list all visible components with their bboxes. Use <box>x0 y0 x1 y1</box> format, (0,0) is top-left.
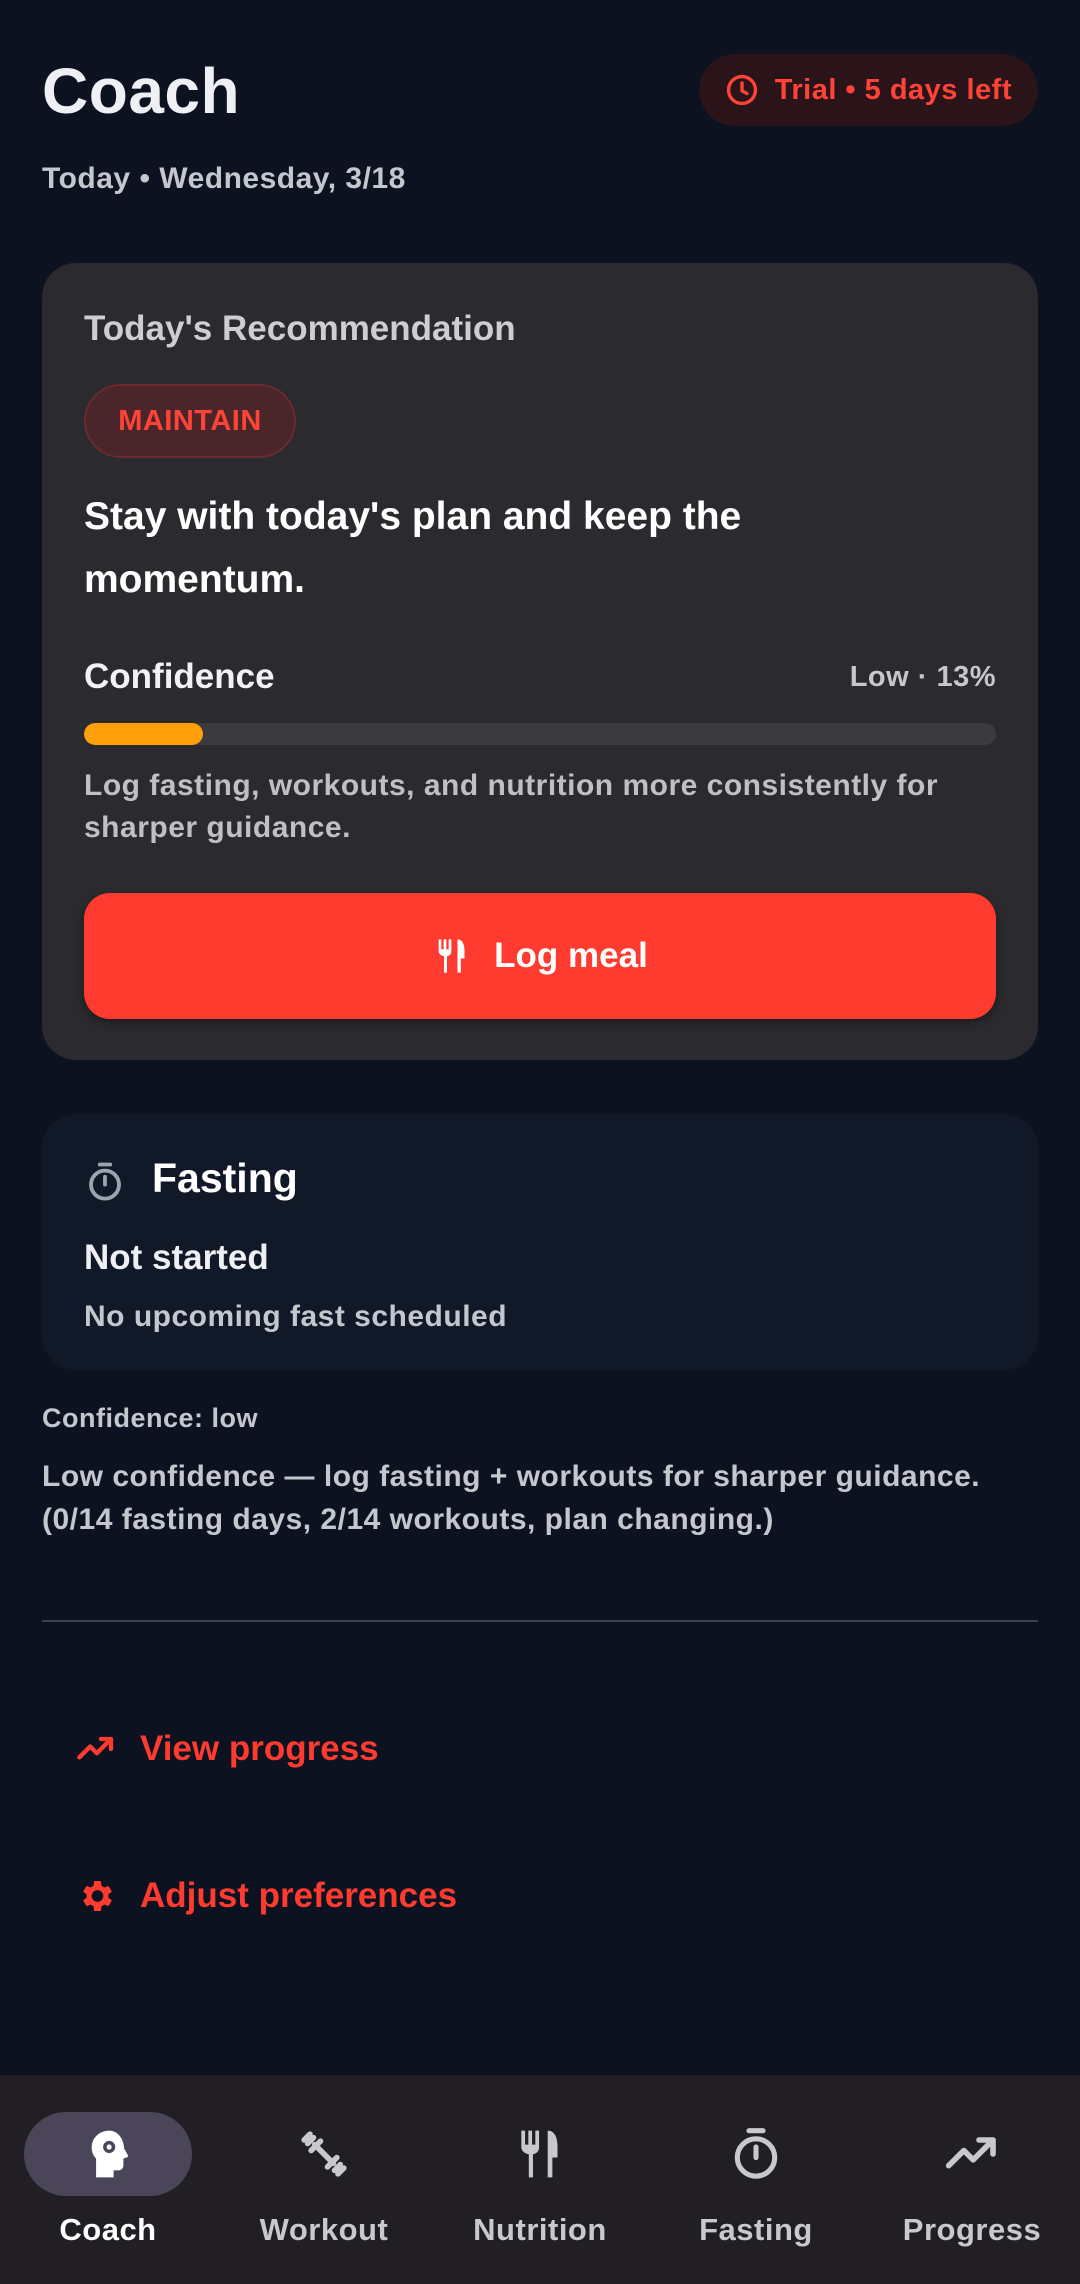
adjust-preferences-label: Adjust preferences <box>140 1876 458 1915</box>
divider <box>42 1620 1038 1622</box>
nav-label-fasting: Fasting <box>699 2212 813 2247</box>
stopwatch-icon <box>89 1162 121 1201</box>
trial-badge[interactable]: Trial • 5 days left <box>698 54 1038 126</box>
confidence-label: Confidence <box>84 657 275 696</box>
recommendation-text: Stay with today's plan and keep the mome… <box>84 495 742 601</box>
clock-icon <box>726 74 757 106</box>
nav-icon-wrap <box>456 2112 624 2196</box>
recommendation-heading: Today's Recommendation <box>84 309 516 348</box>
nav-item-workout[interactable]: Workout <box>216 2075 432 2284</box>
trending-up-icon <box>77 1736 114 1760</box>
fork-knife-icon <box>438 939 465 973</box>
recommendation-card: Today's Recommendation MAINTAIN Stay wit… <box>42 263 1038 1060</box>
log-meal-label: Log meal <box>494 936 648 975</box>
confidence-bar <box>84 723 996 745</box>
coach-screen: Coach Today • Wednesday, 3/18 Trial • 5 … <box>0 0 1080 2284</box>
confidence-level-label: Confidence: low <box>42 1403 258 1433</box>
coach-head-icon <box>91 2130 129 2178</box>
header: Coach Today • Wednesday, 3/18 Trial • 5 … <box>42 54 1038 204</box>
recommendation-badge: MAINTAIN <box>84 384 296 458</box>
log-meal-button[interactable]: Log meal <box>84 893 996 1019</box>
nav-label-nutrition: Nutrition <box>473 2212 607 2247</box>
stopwatch-icon <box>734 2128 778 2179</box>
view-progress-label: View progress <box>140 1729 379 1768</box>
trial-label: Trial • 5 days left <box>774 73 1012 106</box>
dumbbell-icon <box>301 2131 347 2177</box>
confidence-value: Low · 13% <box>849 661 996 693</box>
fasting-subtitle: No upcoming fast scheduled <box>84 1300 508 1333</box>
view-progress-link[interactable]: View progress <box>76 1719 379 1779</box>
confidence-note: Log fasting, workouts, and nutrition mor… <box>84 769 939 844</box>
nav-label-coach: Coach <box>59 2212 157 2247</box>
nav-item-progress[interactable]: Progress <box>864 2075 1080 2284</box>
fasting-title: Fasting <box>152 1155 298 1201</box>
trending-up-icon <box>945 2137 996 2169</box>
bottom-nav: Coach Workout Nutrition Fasting Progress <box>0 2075 1080 2284</box>
nav-label-progress: Progress <box>902 2212 1042 2247</box>
nav-active-indicator <box>24 2112 192 2196</box>
nav-item-coach[interactable]: Coach <box>0 2075 216 2284</box>
nav-icon-wrap <box>888 2112 1056 2196</box>
confidence-bar-fill <box>84 723 203 745</box>
adjust-preferences-link[interactable]: Adjust preferences <box>76 1866 457 1926</box>
nav-item-nutrition[interactable]: Nutrition <box>432 2075 648 2284</box>
fork-knife-icon <box>521 2130 558 2178</box>
date-label: Today • Wednesday, 3/18 <box>42 162 406 195</box>
fasting-status: Not started <box>84 1238 269 1277</box>
confidence-description: Low confidence — log fasting + workouts … <box>42 1460 981 1536</box>
fasting-card[interactable]: Fasting Not started No upcoming fast sch… <box>42 1114 1038 1370</box>
nav-label-workout: Workout <box>259 2212 389 2247</box>
nav-icon-wrap <box>672 2112 840 2196</box>
nav-item-fasting[interactable]: Fasting <box>648 2075 864 2284</box>
gear-icon <box>83 1881 112 1911</box>
nav-icon-wrap <box>240 2112 408 2196</box>
